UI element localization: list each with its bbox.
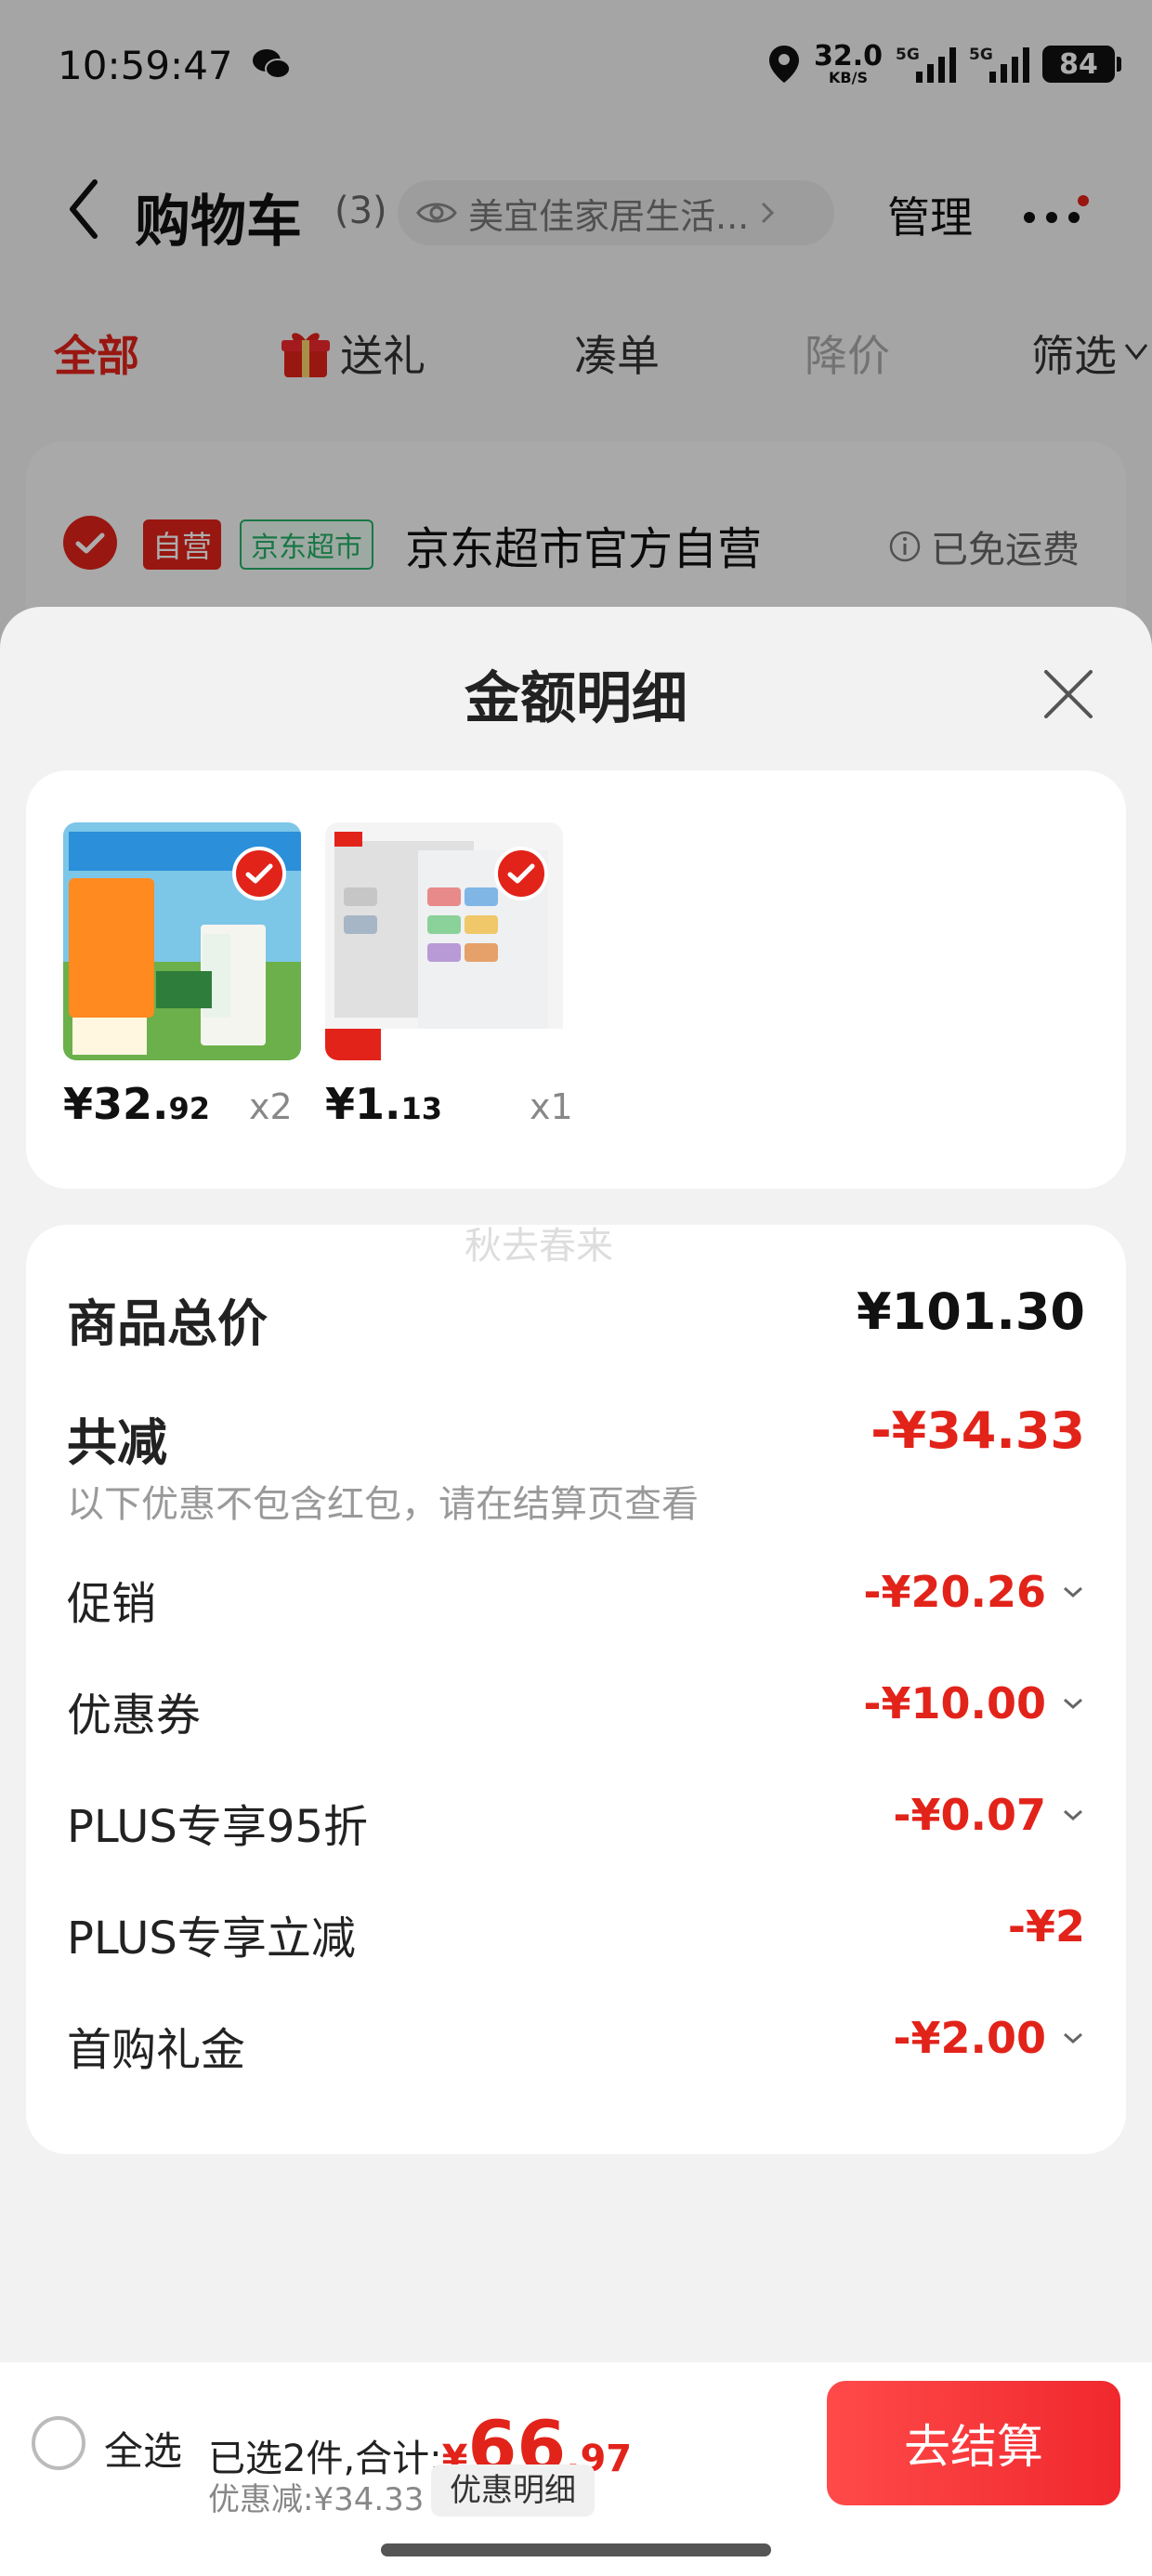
reduction-label: 共减 [67,1413,167,1472]
amount-breakdown-card: 商品总价 ¥101.30 共减 -¥34.33 以下优惠不包含红包，请在结算页查… [26,1225,1126,2154]
reduction-value: -¥34.33 [871,1401,1085,1460]
watermark: 秋去春来 [465,1225,613,1268]
amount-detail-sheet: 金额明细 ¥32.92 x2 ¥1.13 x1 商品总价 ¥101.30 共减 … [0,607,1152,2576]
checkout-bar: 全选 已选2件,合计:¥66.97 优惠减:¥34.33 优惠明细 去结算 [0,2362,1152,2576]
chevron-down-icon [1064,2032,1082,2044]
product-quantity: x2 [249,1086,293,1127]
plus-discount-row[interactable]: PLUS专享95折 -¥0.07 [67,1790,1085,1855]
product-checkbox[interactable] [494,847,548,900]
chevron-down-icon [1064,1698,1082,1710]
goods-total-label: 商品总价 [67,1295,268,1353]
goods-total-row: 商品总价 ¥101.30 [67,1282,1085,1353]
first-purchase-row[interactable]: 首购礼金 -¥2.00 [67,2013,1085,2078]
product-price: ¥32.92 [63,1079,211,1129]
selected-products-card: ¥32.92 x2 ¥1.13 x1 [26,770,1126,1189]
select-all-label[interactable]: 全选 [104,2420,182,2477]
checkout-button[interactable]: 去结算 [827,2381,1120,2505]
goods-total-value: ¥101.30 [857,1282,1085,1341]
chevron-down-icon [1064,1586,1082,1598]
product-quantity: x1 [530,1086,573,1127]
product-price: ¥1.13 [325,1079,443,1129]
coupon-row[interactable]: 优惠券 -¥10.00 [67,1678,1085,1743]
promo-row[interactable]: 促销 -¥20.26 [67,1567,1085,1632]
reduction-note: 以下优惠不包含红包，请在结算页查看 [67,1483,699,1526]
discount-summary: 优惠减:¥34.33 [208,2481,425,2518]
product-checkbox[interactable] [232,847,286,900]
check-icon [245,863,273,884]
sheet-title: 金额明细 [465,666,687,731]
plus-reduction-row: PLUS专享立减 -¥2 [67,1901,1085,1965]
select-all-checkbox[interactable] [32,2416,85,2470]
reduction-row: 共减 -¥34.33 [67,1401,1085,1472]
check-icon [507,863,535,884]
discount-detail-button[interactable]: 优惠明细 [431,2464,595,2517]
modal-overlay[interactable] [0,0,1152,651]
close-icon[interactable] [1039,664,1098,724]
home-indicator[interactable] [381,2543,771,2556]
chevron-down-icon [1064,1809,1082,1821]
